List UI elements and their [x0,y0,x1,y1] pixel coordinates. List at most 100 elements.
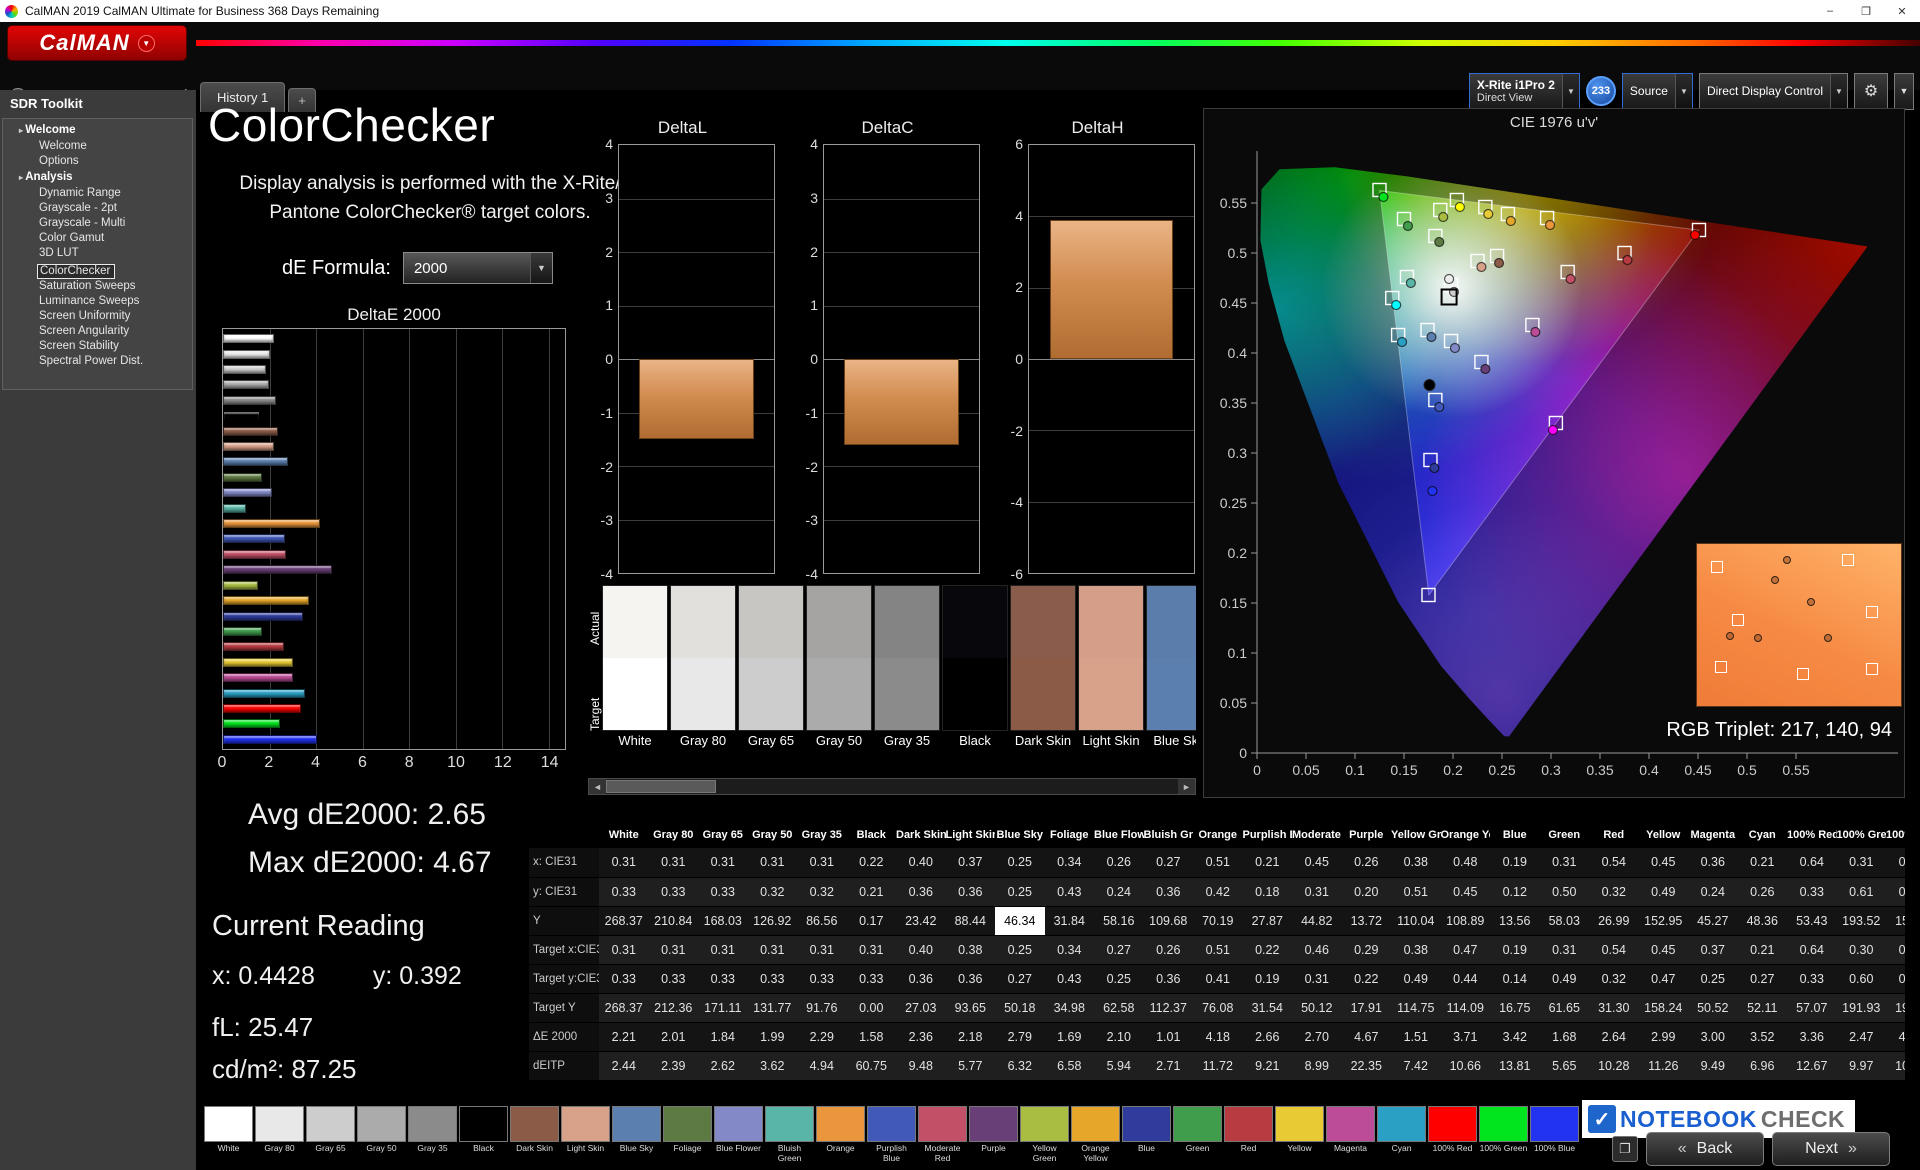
compare-cell-dark-skin[interactable]: Dark Skin [1010,585,1076,757]
maximize-button[interactable]: ❐ [1848,0,1884,22]
cell-deitp-cyan[interactable]: 6.96 [1737,1051,1787,1081]
sidebar-item-3d-lut[interactable]: 3D LUT [3,246,192,261]
cell-target-y-cie31-light-skin[interactable]: 0.36 [945,964,995,994]
cell-x-cie31-blue[interactable]: 0.19 [1490,848,1540,878]
cell-y-cie31-light-skin[interactable]: 0.36 [945,877,995,907]
strip-patch-gray-35[interactable]: Gray 35 [408,1106,457,1162]
cell-target-x-cie31-white[interactable]: 0.31 [599,935,649,965]
cell-target-y-light-skin[interactable]: 93.65 [945,993,995,1023]
column-header-purplish-blue[interactable]: Purplish Blue [1242,822,1292,848]
cell-x-cie31-black[interactable]: 0.22 [846,848,896,878]
column-header-moderate-red[interactable]: Moderate Red [1292,822,1342,848]
cell-deitp-gray-65[interactable]: 2.62 [698,1051,748,1081]
strip-patch-black[interactable]: Black [459,1106,508,1162]
cell-target-y-gray-50[interactable]: 131.77 [747,993,797,1023]
cell-e-2000-foliage[interactable]: 1.69 [1044,1022,1094,1052]
cell-target-x-cie31-green[interactable]: 0.31 [1539,935,1589,965]
column-header-gray-50[interactable]: Gray 50 [747,822,797,848]
cell-target-y-red[interactable]: 31.30 [1589,993,1639,1023]
sidebar-item-welcome[interactable]: Welcome [3,122,192,139]
chevron-down-icon[interactable]: ▼ [1830,73,1847,109]
cell-target-x-cie31-100-green[interactable]: 0.30 [1836,935,1886,965]
cell-e-2000-red[interactable]: 2.64 [1589,1022,1639,1052]
cell-target-x-cie31-black[interactable]: 0.31 [846,935,896,965]
cell-y-blue-flower[interactable]: 58.16 [1094,906,1144,936]
swatch-scrollbar[interactable]: ◄ ► [588,778,1196,795]
cell-deitp-blue-flower[interactable]: 5.94 [1094,1051,1144,1081]
cell-target-y-blue-sky[interactable]: 50.18 [995,993,1045,1023]
cell-y-light-skin[interactable]: 88.44 [945,906,995,936]
cell-e-2000-bluish-green[interactable]: 1.01 [1143,1022,1193,1052]
cell-y-cie31-foliage[interactable]: 0.43 [1044,877,1094,907]
cell-y-magenta[interactable]: 45.27 [1688,906,1738,936]
cell-target-y-cie31-black[interactable]: 0.33 [846,964,896,994]
cell-e-2000-purple[interactable]: 4.67 [1341,1022,1391,1052]
cell-deitp-100-red[interactable]: 12.67 [1787,1051,1837,1081]
cell-y-cie31-blue-flower[interactable]: 0.24 [1094,877,1144,907]
scroll-left-icon[interactable]: ◄ [589,779,606,794]
cell-e-2000-gray-65[interactable]: 1.84 [698,1022,748,1052]
cell-target-y-gray-65[interactable]: 171.11 [698,993,748,1023]
cell-y-cie31-red[interactable]: 0.32 [1589,877,1639,907]
sidebar-item-grayscale-2pt[interactable]: Grayscale - 2pt [3,201,192,216]
cell-target-x-cie31-100-red[interactable]: 0.64 [1787,935,1837,965]
cell-e-2000-100-blue[interactable]: 4.06 [1886,1022,1905,1052]
sidebar-item-screen-uniformity[interactable]: Screen Uniformity [3,309,192,324]
calman-logo-menu-icon[interactable]: ▼ [137,34,155,52]
cell-target-x-cie31-orange[interactable]: 0.51 [1193,935,1243,965]
cell-target-x-cie31-magenta[interactable]: 0.37 [1688,935,1738,965]
cell-y-orange-yellow[interactable]: 108.89 [1440,906,1490,936]
cell-e-2000-yellow[interactable]: 2.99 [1638,1022,1688,1052]
cell-target-y-cie31-red[interactable]: 0.32 [1589,964,1639,994]
strip-patch-light-skin[interactable]: Light Skin [561,1106,610,1162]
layout-icon[interactable]: ❐ [1612,1136,1638,1162]
cell-deitp-foliage[interactable]: 6.58 [1044,1051,1094,1081]
cell-y-cie31-blue-sky[interactable]: 0.25 [995,877,1045,907]
calman-logo[interactable]: CalMAN ▼ [8,26,186,60]
cell-e-2000-orange-yellow[interactable]: 3.71 [1440,1022,1490,1052]
cell-target-y-orange[interactable]: 76.08 [1193,993,1243,1023]
compare-cell-gray-50[interactable]: Gray 50 [806,585,872,757]
cell-e-2000-blue[interactable]: 3.42 [1490,1022,1540,1052]
cell-y-cie31-100-blue[interactable]: 0.06 [1886,877,1905,907]
sidebar-item-colorchecker[interactable]: ColorChecker [37,264,116,279]
cell-target-y-yellow[interactable]: 158.24 [1638,993,1688,1023]
strip-patch-white[interactable]: White [204,1106,253,1162]
sidebar-item-color-gamut[interactable]: Color Gamut [3,231,192,246]
gear-icon[interactable]: ⚙ [1854,72,1888,110]
cell-y-moderate-red[interactable]: 44.82 [1292,906,1342,936]
cell-target-x-cie31-gray-50[interactable]: 0.31 [747,935,797,965]
cell-y-cie31-orange[interactable]: 0.42 [1193,877,1243,907]
cell-x-cie31-magenta[interactable]: 0.36 [1688,848,1738,878]
cell-y-100-green[interactable]: 193.52 [1836,906,1886,936]
strip-patch-orange-yellow[interactable]: Orange Yellow [1071,1106,1120,1162]
cell-target-x-cie31-purple[interactable]: 0.29 [1341,935,1391,965]
cell-target-x-cie31-blue-sky[interactable]: 0.25 [995,935,1045,965]
compare-cell-black[interactable]: Black [942,585,1008,757]
cell-deitp-gray-80[interactable]: 2.39 [648,1051,698,1081]
column-header-cyan[interactable]: Cyan [1737,822,1787,848]
cell-target-x-cie31-gray-80[interactable]: 0.31 [648,935,698,965]
cell-x-cie31-orange[interactable]: 0.51 [1193,848,1243,878]
cell-y-blue-sky[interactable]: 46.34 [995,906,1045,936]
cell-x-cie31-purple[interactable]: 0.26 [1341,848,1391,878]
cell-target-y-cie31-orange[interactable]: 0.41 [1193,964,1243,994]
sidebar-item-screen-stability[interactable]: Screen Stability [3,339,192,354]
cell-target-y-cie31-foliage[interactable]: 0.43 [1044,964,1094,994]
cell-deitp-blue-sky[interactable]: 6.32 [995,1051,1045,1081]
cell-x-cie31-blue-sky[interactable]: 0.25 [995,848,1045,878]
cell-deitp-gray-50[interactable]: 3.62 [747,1051,797,1081]
cell-y-cie31-blue[interactable]: 0.12 [1490,877,1540,907]
cell-x-cie31-green[interactable]: 0.31 [1539,848,1589,878]
cell-target-y-green[interactable]: 61.65 [1539,993,1589,1023]
cell-target-y-cie31-blue-flower[interactable]: 0.25 [1094,964,1144,994]
cell-deitp-yellow[interactable]: 11.26 [1638,1051,1688,1081]
chevron-down-icon[interactable]: ▼ [1561,73,1579,109]
compare-cell-light-skin[interactable]: Light Skin [1078,585,1144,757]
column-header-bluish-green[interactable]: Bluish Green [1143,822,1193,848]
cell-y-cie31-white[interactable]: 0.33 [599,877,649,907]
cell-target-y-100-green[interactable]: 191.93 [1836,993,1886,1023]
cell-e-2000-blue-flower[interactable]: 2.10 [1094,1022,1144,1052]
cell-target-y-cie31-yellow-green[interactable]: 0.49 [1391,964,1441,994]
strip-patch-100-green[interactable]: 100% Green [1479,1106,1528,1162]
